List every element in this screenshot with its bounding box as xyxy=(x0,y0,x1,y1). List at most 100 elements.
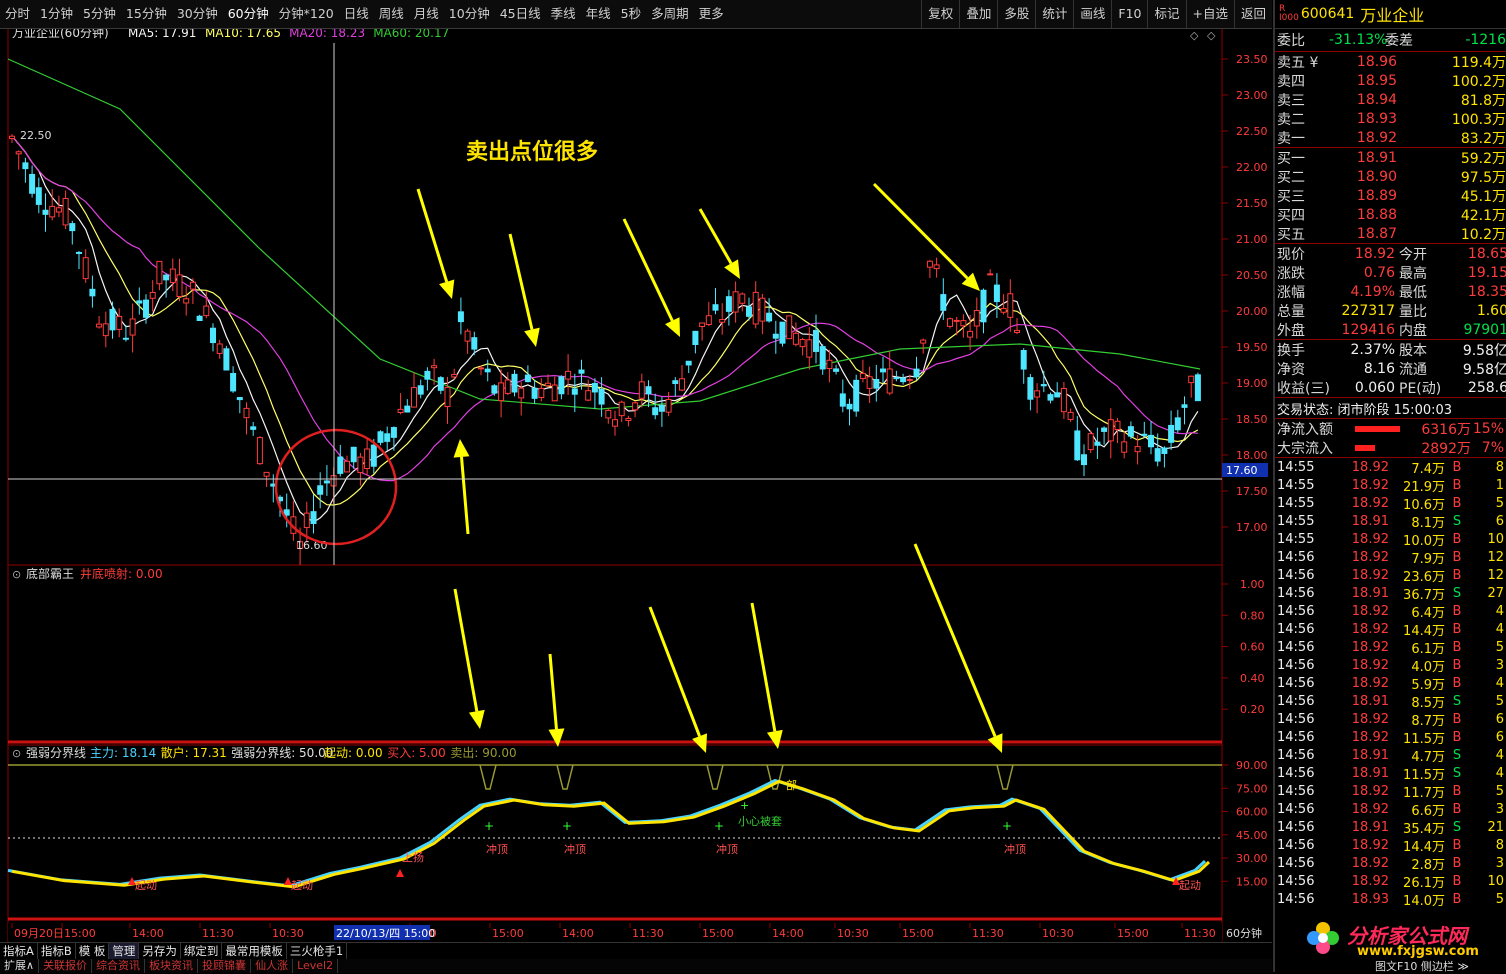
candle-body-146 xyxy=(987,273,994,276)
tick-row-18[interactable]: 14:56 18.92 11.7万 B 5 xyxy=(1275,782,1506,801)
timeframe-14[interactable]: 5秒 xyxy=(616,0,646,28)
tool-5[interactable]: F10 xyxy=(1111,0,1147,28)
timeframe-7[interactable]: 日线 xyxy=(339,0,374,28)
timeframe-3[interactable]: 15分钟 xyxy=(121,0,172,28)
bottom-tab-5[interactable]: 绑定到 xyxy=(181,943,223,959)
candle-body-100 xyxy=(679,378,685,391)
timeframe-9[interactable]: 月线 xyxy=(409,0,444,28)
candle-body-74 xyxy=(504,379,511,394)
timeframe-1[interactable]: 1分钟 xyxy=(35,0,78,28)
bottom-tab-3[interactable]: 管理 xyxy=(109,943,140,959)
tick-row-14[interactable]: 14:56 18.92 8.7万 B 6 xyxy=(1275,710,1506,729)
chart-area[interactable]: 万业企业(60分钟) MA5: 17.91 MA10: 17.65 MA20: 18… xyxy=(0,25,1272,957)
tool-1[interactable]: 叠加 xyxy=(959,0,997,28)
tick-row-6[interactable]: 14:56 18.92 23.6万 B 12 xyxy=(1275,566,1506,585)
tick-row-24[interactable]: 14:56 18.93 14.0万 B 5 xyxy=(1275,890,1506,909)
info-tab-6[interactable]: Level2 xyxy=(293,959,339,973)
tick-row-20[interactable]: 14:56 18.91 35.4万 S 21 xyxy=(1275,818,1506,837)
diamond-icon[interactable]: ◇ xyxy=(1190,29,1199,42)
tick-row-21[interactable]: 14:56 18.92 14.4万 B 8 xyxy=(1275,836,1506,855)
indicator1-name: 底部霸王 xyxy=(26,566,74,581)
time-label-1: 15:00 xyxy=(64,927,96,940)
timeframe-10[interactable]: 10分钟 xyxy=(444,0,495,28)
time-label-2: 14:00 xyxy=(132,927,164,940)
tick-row-11[interactable]: 14:56 18.92 4.0万 B 3 xyxy=(1275,656,1506,675)
tick-row-0[interactable]: 14:55 18.92 7.4万 B 8 xyxy=(1275,458,1506,477)
timeframe-2[interactable]: 5分钟 xyxy=(78,0,121,28)
candle-body-155 xyxy=(1047,394,1054,401)
tick-row-13[interactable]: 14:56 18.91 8.5万 S 5 xyxy=(1275,692,1506,711)
tick-row-17[interactable]: 14:56 18.91 11.5万 S 4 xyxy=(1275,764,1506,783)
tick-list[interactable]: 14:55 18.92 7.4万 B 8 14:55 18.92 21.9万 B 1 14:55 18… xyxy=(1275,458,1506,909)
candle-body-110 xyxy=(746,306,752,317)
tool-6[interactable]: 标记 xyxy=(1147,0,1185,28)
bottom-tab-7[interactable]: 三火枪手1 xyxy=(287,943,348,959)
tick-row-23[interactable]: 14:56 18.92 26.1万 B 10 xyxy=(1275,872,1506,891)
timeframe-list: 分时 1分钟 5分钟 15分钟 30分钟 60分钟 分钟*120 日线 周线 月线 10分钟 45日线… xyxy=(0,0,729,28)
tick-row-3[interactable]: 14:55 18.91 8.1万 S 6 xyxy=(1275,512,1506,531)
candle-body-115 xyxy=(779,321,786,344)
tick-row-15[interactable]: 14:56 18.92 11.5万 B 6 xyxy=(1275,728,1506,747)
tick-row-10[interactable]: 14:56 18.92 6.1万 B 5 xyxy=(1275,638,1506,657)
tick-row-12[interactable]: 14:56 18.92 5.9万 B 4 xyxy=(1275,674,1506,693)
bottom-tab-4[interactable]: 另存为 xyxy=(139,943,181,959)
tool-8[interactable]: 返回 xyxy=(1233,0,1272,28)
ind1-tick-0: 1.00 xyxy=(1240,578,1265,591)
panel-menu-icon[interactable]: ◇ xyxy=(1207,29,1216,42)
tick-row-8[interactable]: 14:56 18.92 6.4万 B 4 xyxy=(1275,602,1506,621)
tick-row-5[interactable]: 14:56 18.92 7.9万 B 12 xyxy=(1275,548,1506,567)
info-tab-3[interactable]: 板块资讯 xyxy=(145,959,199,973)
ind1-tick-2: 0.60 xyxy=(1240,641,1265,654)
candle-body-158 xyxy=(1067,411,1074,420)
timeframe-15[interactable]: 多周期 xyxy=(646,0,694,28)
tick-row-1[interactable]: 14:55 18.92 21.9万 B 1 xyxy=(1275,476,1506,495)
timeframe-16[interactable]: 更多 xyxy=(694,0,729,28)
candle-body-2 xyxy=(22,162,29,170)
tool-0[interactable]: 复权 xyxy=(921,0,959,28)
bottom-tab-6[interactable]: 最常用模板 xyxy=(222,943,287,959)
tool-2[interactable]: 多股 xyxy=(997,0,1035,28)
candle-body-1 xyxy=(15,151,22,155)
timeframe-4[interactable]: 30分钟 xyxy=(172,0,223,28)
bottom-tab-1[interactable]: 指标B xyxy=(38,943,76,959)
candle-body-32 xyxy=(223,348,230,371)
tick-row-22[interactable]: 14:56 18.92 2.8万 B 3 xyxy=(1275,854,1506,873)
tool-7[interactable]: +自选 xyxy=(1185,0,1234,28)
candle-body-150 xyxy=(1014,329,1020,333)
timeframe-5[interactable]: 60分钟 xyxy=(223,0,274,28)
info-tab-4[interactable]: 投顾锦囊 xyxy=(198,959,252,973)
tick-row-9[interactable]: 14:56 18.92 14.4万 B 4 xyxy=(1275,620,1506,639)
info-tab-5[interactable]: 仙人涨 xyxy=(251,959,294,973)
info-tab-0[interactable]: 扩展∧ xyxy=(0,959,40,973)
bottom-tab-2[interactable]: 模 板 xyxy=(76,943,110,959)
ind2-param-3: 起动: 0.00 xyxy=(324,746,383,760)
tick-row-19[interactable]: 14:56 18.92 6.6万 B 3 xyxy=(1275,800,1506,819)
timeframe-0[interactable]: 分时 xyxy=(0,0,35,28)
timeframe-11[interactable]: 45日线 xyxy=(495,0,546,28)
timeframe-13[interactable]: 年线 xyxy=(581,0,616,28)
info-tab-2[interactable]: 综合资讯 xyxy=(92,959,146,973)
candle-body-153 xyxy=(1034,390,1041,398)
tool-4[interactable]: 画线 xyxy=(1073,0,1111,28)
bottom-tab-0[interactable]: 指标A xyxy=(0,943,38,959)
tick-row-2[interactable]: 14:55 18.92 10.6万 B 5 xyxy=(1275,494,1506,513)
time-label-11: 10:30 xyxy=(837,927,869,940)
kline-chart-svg[interactable]: 万业企业(60分钟) MA5: 17.91 MA10: 17.65 MA20: 18… xyxy=(0,25,1272,957)
timeframe-8[interactable]: 周线 xyxy=(374,0,409,28)
timeframe-12[interactable]: 季线 xyxy=(546,0,581,28)
candle-body-90 xyxy=(612,419,618,427)
candle-body-154 xyxy=(1040,384,1047,387)
candle-body-160 xyxy=(1081,454,1087,466)
candle-body-143 xyxy=(967,330,974,338)
info-tab-1[interactable]: 关联报价 xyxy=(39,959,93,973)
timeframe-6[interactable]: 分钟*120 xyxy=(274,0,339,28)
tick-row-7[interactable]: 14:56 18.91 36.7万 S 27 xyxy=(1275,584,1506,603)
ind2-param-0: 主力: 18.14 xyxy=(90,746,156,760)
tick-row-4[interactable]: 14:55 18.92 10.0万 B 10 xyxy=(1275,530,1506,549)
candle-body-64 xyxy=(437,377,444,391)
indicator2-settings-icon[interactable]: ⊙ xyxy=(12,747,21,760)
tick-row-16[interactable]: 14:56 18.91 4.7万 S 4 xyxy=(1275,746,1506,765)
tool-3[interactable]: 统计 xyxy=(1035,0,1073,28)
indicator1-settings-icon[interactable]: ⊙ xyxy=(12,568,21,581)
stats2-block: 换手 2.37% 股本 9.58亿 净资 8.16 流通 9.58亿 收益(三) 0.060 PE(… xyxy=(1275,340,1506,398)
